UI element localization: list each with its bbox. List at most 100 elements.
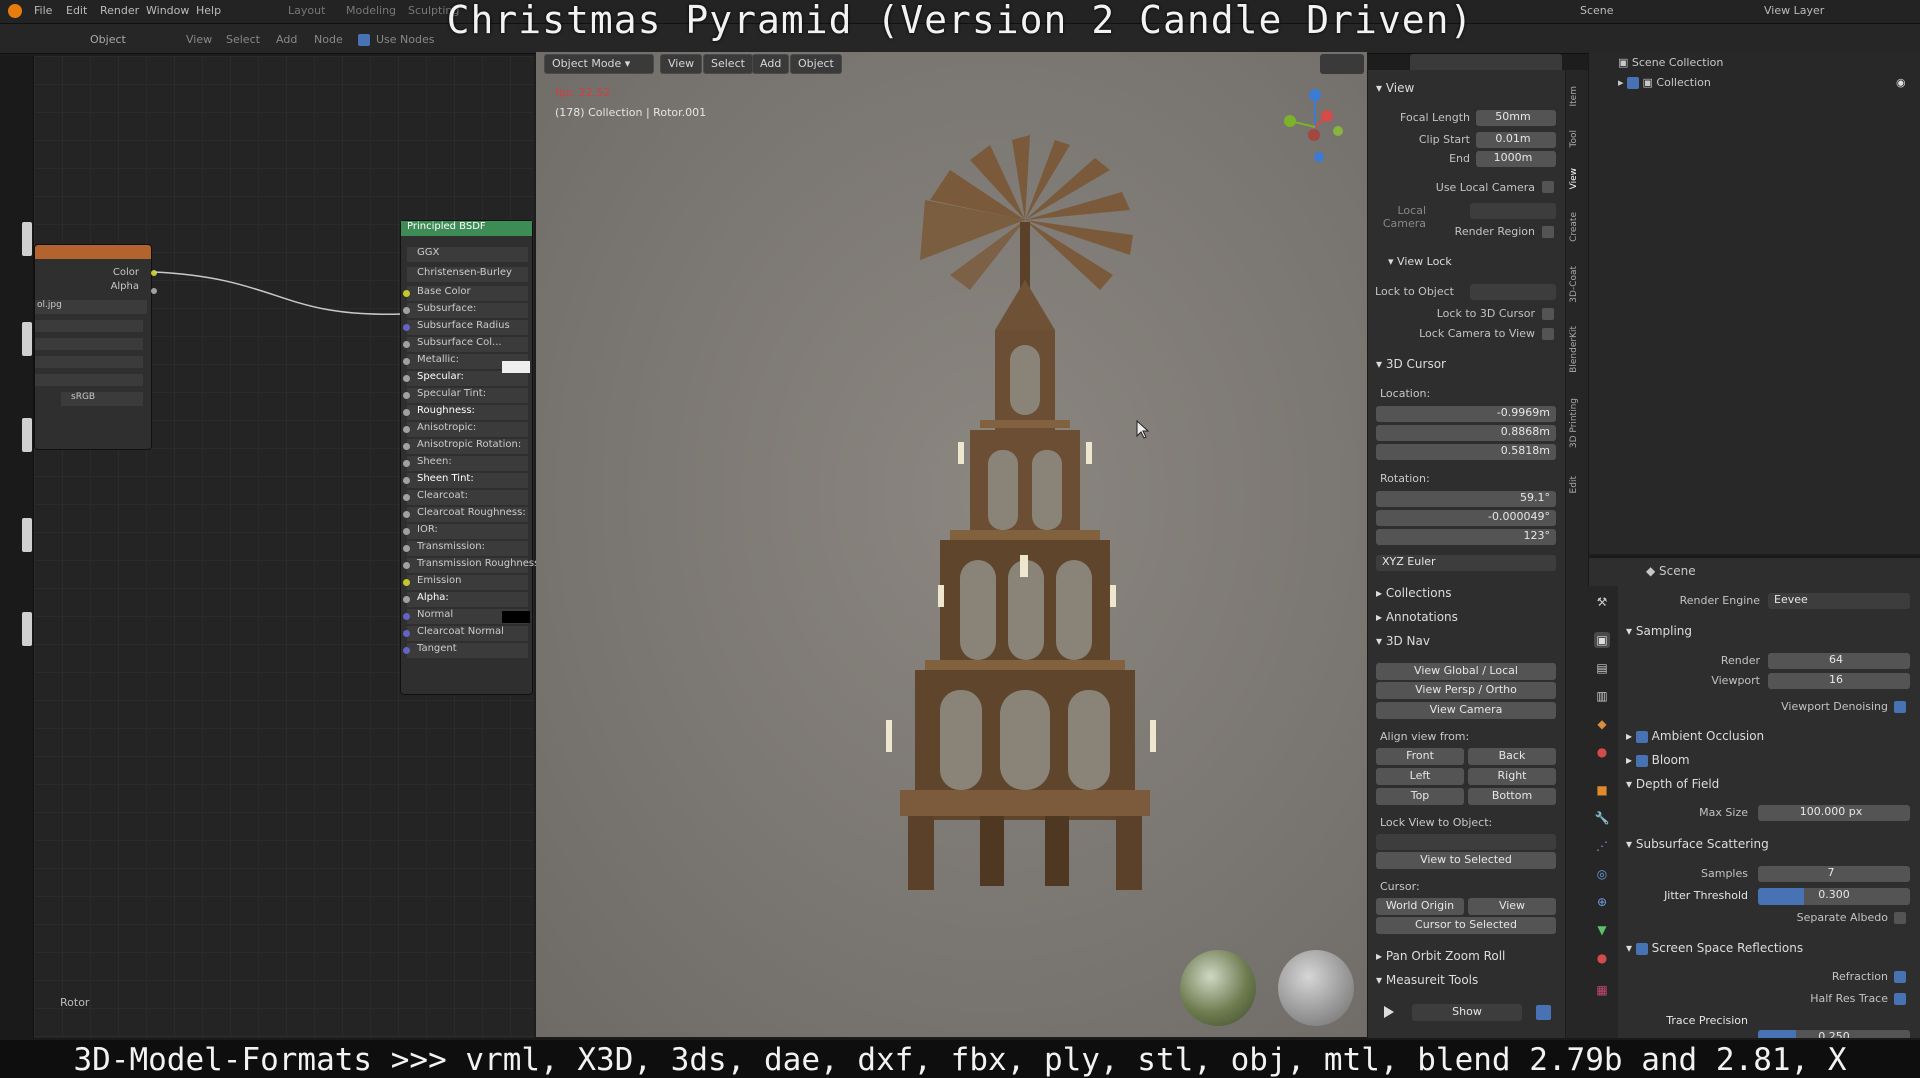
- sampling-panel-header[interactable]: ▾ Sampling: [1626, 624, 1692, 638]
- bsdf-input-row[interactable]: Sheen:: [403, 456, 528, 471]
- modifier-props-icon[interactable]: 🔧: [1594, 810, 1610, 826]
- bsdf-input-row[interactable]: Subsurface Col...: [403, 337, 528, 352]
- view-persp-ortho-button[interactable]: View Persp / Ortho: [1376, 682, 1556, 699]
- lock-view-object-field[interactable]: [1376, 834, 1556, 850]
- input-socket[interactable]: [403, 392, 410, 399]
- input-socket[interactable]: [403, 494, 410, 501]
- physics-props-icon[interactable]: ◎: [1594, 866, 1610, 882]
- input-socket[interactable]: [403, 562, 410, 569]
- ao-panel-header[interactable]: ▸ Ambient Occlusion: [1626, 729, 1764, 743]
- principled-bsdf-node[interactable]: Principled BSDF GGX Christensen-Burley B…: [400, 220, 543, 695]
- output-props-icon[interactable]: ▤: [1594, 660, 1610, 676]
- texture-props-icon[interactable]: ▦: [1594, 982, 1610, 998]
- image-file-field[interactable]: ol.jpg: [35, 300, 147, 314]
- tab-3d-printing[interactable]: 3D Printing: [1569, 398, 1585, 448]
- input-socket[interactable]: [403, 477, 410, 484]
- input-socket[interactable]: [403, 409, 410, 416]
- tool-button[interactable]: [22, 418, 32, 452]
- sss-panel-header[interactable]: ▾ Subsurface Scattering: [1626, 837, 1769, 851]
- bsdf-input-row[interactable]: Specular:: [403, 371, 528, 386]
- view-global-local-button[interactable]: View Global / Local: [1376, 663, 1556, 680]
- input-socket[interactable]: [403, 545, 410, 552]
- constraints-props-icon[interactable]: ⊕: [1594, 894, 1610, 910]
- measureit-settings-icon[interactable]: [1536, 1005, 1551, 1020]
- jitter-threshold-slider[interactable]: 0.300: [1758, 888, 1910, 905]
- bsdf-subsurface-method-dropdown[interactable]: Christensen-Burley: [407, 267, 528, 282]
- image-ext-dropdown[interactable]: [35, 356, 143, 368]
- bsdf-input-row[interactable]: Clearcoat:: [403, 490, 528, 505]
- cursor-loc-y[interactable]: 0.8868m: [1376, 425, 1556, 441]
- bsdf-input-row[interactable]: Subsurface:: [403, 303, 528, 318]
- render-samples-field[interactable]: 64: [1768, 653, 1910, 669]
- clip-start-field[interactable]: 0.01m: [1476, 132, 1556, 148]
- bsdf-distribution-dropdown[interactable]: GGX: [407, 247, 528, 262]
- bsdf-input-row[interactable]: Anisotropic Rotation:: [403, 439, 528, 454]
- scene-collection-item[interactable]: ▣ Scene Collection: [1618, 56, 1723, 69]
- lock-3d-cursor-checkbox[interactable]: [1542, 308, 1554, 320]
- viewport-shading-buttons[interactable]: [1320, 54, 1364, 74]
- bsdf-input-row[interactable]: Specular Tint:: [403, 388, 528, 403]
- bsdf-input-row[interactable]: Transmission Roughness:: [403, 558, 543, 573]
- render-props-icon[interactable]: ▣: [1594, 632, 1610, 648]
- align-left-button[interactable]: Left: [1376, 768, 1464, 785]
- image-texture-node[interactable]: Color Alpha ol.jpg sRGB: [34, 244, 152, 450]
- tool-props-icon[interactable]: ⚒: [1594, 594, 1610, 610]
- scene-props-icon[interactable]: ◆: [1594, 716, 1610, 732]
- input-socket[interactable]: [403, 290, 410, 297]
- pan-orbit-panel-header[interactable]: ▸ Pan Orbit Zoom Roll: [1376, 949, 1505, 963]
- input-socket[interactable]: [403, 358, 410, 365]
- max-size-field[interactable]: 100.000 px: [1758, 805, 1910, 821]
- refraction-checkbox[interactable]: [1894, 971, 1906, 983]
- material-preview-sphere[interactable]: [1278, 950, 1354, 1026]
- half-res-trace-checkbox[interactable]: [1894, 993, 1906, 1005]
- visibility-eye-icon[interactable]: ◉: [1896, 76, 1906, 89]
- viewport-object-menu[interactable]: Object: [790, 54, 842, 74]
- image-node-header[interactable]: [35, 245, 151, 259]
- collection-checkbox[interactable]: [1627, 77, 1640, 89]
- emission-color-swatch[interactable]: [502, 611, 530, 623]
- align-right-button[interactable]: Right: [1468, 768, 1556, 785]
- align-top-button[interactable]: Top: [1376, 788, 1464, 805]
- input-socket[interactable]: [403, 596, 410, 603]
- local-camera-field[interactable]: [1470, 203, 1556, 219]
- tab-3d-coat[interactable]: 3D-Coat: [1569, 266, 1585, 303]
- input-socket[interactable]: [403, 324, 410, 331]
- view-to-selected-button[interactable]: View to Selected: [1376, 852, 1556, 869]
- bsdf-input-row[interactable]: Base Color: [403, 286, 528, 301]
- image-interp-dropdown[interactable]: [35, 320, 143, 332]
- bsdf-input-row[interactable]: IOR:: [403, 524, 528, 539]
- view-panel-header[interactable]: ▾ View: [1376, 81, 1414, 95]
- image-colorspace-dropdown[interactable]: sRGB: [61, 392, 143, 406]
- tool-button[interactable]: [22, 612, 32, 646]
- input-socket[interactable]: [403, 528, 410, 535]
- bsdf-input-row[interactable]: Roughness:: [403, 405, 528, 420]
- object-mode-dropdown[interactable]: Object Mode ▾: [544, 54, 654, 74]
- render-engine-dropdown[interactable]: Eevee: [1768, 593, 1910, 609]
- cursor-loc-z[interactable]: 0.5818m: [1376, 444, 1556, 460]
- view-camera-button[interactable]: View Camera: [1376, 702, 1556, 719]
- input-socket[interactable]: [403, 630, 410, 637]
- image-source-dropdown[interactable]: [35, 374, 143, 386]
- tool-button[interactable]: [22, 322, 32, 356]
- bsdf-input-row[interactable]: Clearcoat Normal: [403, 626, 528, 641]
- bsdf-input-row[interactable]: Emission: [403, 575, 528, 590]
- cursor-to-selected-button[interactable]: Cursor to Selected: [1376, 917, 1556, 934]
- tab-create[interactable]: Create: [1569, 212, 1585, 242]
- world-props-icon[interactable]: ●: [1594, 744, 1610, 760]
- input-socket[interactable]: [403, 375, 410, 382]
- bsdf-input-row[interactable]: Anisotropic:: [403, 422, 528, 437]
- cursor-loc-x[interactable]: -0.9969m: [1376, 406, 1556, 422]
- ssr-checkbox[interactable]: [1635, 942, 1648, 955]
- collection-item[interactable]: ▸ ▣ Collection: [1618, 76, 1711, 89]
- viewport-samples-field[interactable]: 16: [1768, 673, 1910, 689]
- hdri-preview-sphere[interactable]: [1180, 950, 1256, 1026]
- tab-blenderkit[interactable]: BlenderKit: [1569, 326, 1585, 373]
- christmas-pyramid-model[interactable]: [830, 130, 1200, 890]
- view-lock-header[interactable]: ▾ View Lock: [1388, 255, 1452, 268]
- sss-samples-field[interactable]: 7: [1758, 866, 1910, 882]
- navigation-gizmo[interactable]: [1280, 85, 1350, 165]
- viewport-denoising-checkbox[interactable]: [1894, 701, 1906, 713]
- bsdf-input-row[interactable]: Tangent: [403, 643, 528, 658]
- cursor-rot-z[interactable]: 123°: [1376, 529, 1556, 545]
- dof-panel-header[interactable]: ▾ Depth of Field: [1626, 777, 1719, 791]
